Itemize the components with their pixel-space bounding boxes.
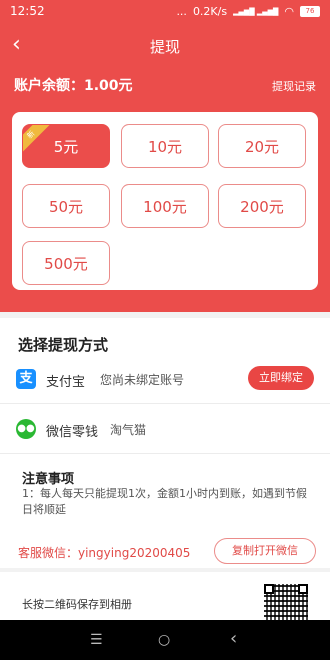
wechat-nickname: 淘气猫 [110,423,147,437]
status-bar: 12:52 ... 0.2K/s ▂▄▆█ ▂▄▆█ ◠ 76 [0,0,330,24]
section-title: 选择提现方式 [18,336,109,354]
amount-option-100[interactable]: 100元 [121,184,209,228]
wechat-row[interactable]: ●● 微信零钱 淘气猫 [0,404,330,454]
new-tag: 新 [23,125,50,154]
alipay-status: 您尚未绑定账号 [100,373,185,387]
amount-option-5[interactable]: 新 5元 [22,124,110,168]
wifi-icon: ◠ [284,5,294,18]
wechat-icon: ●● [16,419,36,439]
status-time: 12:52 [10,4,45,18]
account-balance: 账户余额：1.00元 [14,78,133,94]
customer-service-row: 客服微信：yingying20200405 复制打开微信 [0,536,330,568]
amount-option-10[interactable]: 10元 [121,124,209,168]
copy-open-wechat-button[interactable]: 复制打开微信 [214,538,316,564]
nav-bar: ‹ 提现 [0,24,330,66]
status-indicators: ... 0.2K/s ▂▄▆█ ▂▄▆█ ◠ 76 [176,5,320,18]
amount-option-500[interactable]: 500元 [22,241,110,285]
amount-label: 5元 [53,137,79,156]
battery-icon: 76 [300,6,320,17]
amount-label: 10元 [147,137,183,156]
amount-option-200[interactable]: 200元 [218,184,306,228]
qr-label: 长按二维码保存到相册 [22,598,132,611]
amount-card: 新 5元 10元 20元 50元 100元 200元 500元 [12,112,318,290]
qr-row: 长按二维码保存到相册 [0,572,330,620]
withdraw-method-panel: 选择提现方式 支 支付宝 您尚未绑定账号 立即绑定 ●● 微信零钱 淘气猫 注意… [0,318,330,568]
page-title: 提现 [149,38,180,56]
alipay-icon: 支 [16,369,36,389]
amount-option-50[interactable]: 50元 [22,184,110,228]
alipay-label: 支付宝 [46,375,86,390]
notes-title: 注意事项 [22,472,75,487]
amount-label: 500元 [44,254,88,273]
notification-dots: ... [176,5,187,18]
bind-now-button[interactable]: 立即绑定 [248,366,314,390]
alipay-row[interactable]: 支 支付宝 您尚未绑定账号 立即绑定 [0,354,330,404]
amount-label: 200元 [240,197,284,216]
amount-label: 50元 [48,197,84,216]
amount-label: 20元 [244,137,280,156]
withdraw-record-link[interactable]: 提现记录 [272,78,316,94]
network-speed: 0.2K/s [192,5,228,18]
signal-icon: ▂▄▆█ ▂▄▆█ [233,7,279,16]
android-nav-bar: ☰ ○ ‹ [0,620,330,660]
amount-option-20[interactable]: 20元 [218,124,306,168]
notes-text: 1：每人每天只能提现1次，金额1小时内到账，如遇到节假日将顺延 [22,487,307,516]
qr-finder-pattern [264,584,274,594]
service-wechat-id: 客服微信：yingying20200405 [18,546,191,560]
qr-finder-pattern [298,584,308,594]
qr-code-image[interactable] [264,584,308,620]
wechat-label: 微信零钱 [46,425,99,440]
home-icon[interactable]: ○ [158,632,170,648]
menu-icon[interactable]: ☰ [90,632,103,648]
amount-label: 100元 [143,197,187,216]
back-nav-icon[interactable]: ‹ [230,628,237,649]
